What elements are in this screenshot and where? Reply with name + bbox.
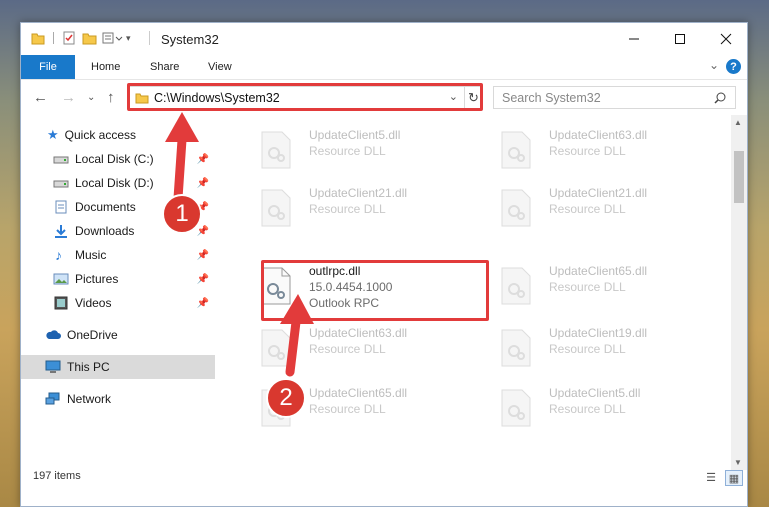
callout-arrow-head-2 (280, 294, 314, 324)
annotation-overlay (165, 112, 314, 377)
callout-badge-1: 1 (162, 194, 202, 234)
callout-arrow-head-1 (165, 112, 199, 142)
callout-arrow-2 (285, 317, 301, 377)
callout-arrow-1 (173, 135, 187, 203)
callout-badge-2: 2 (266, 378, 306, 418)
